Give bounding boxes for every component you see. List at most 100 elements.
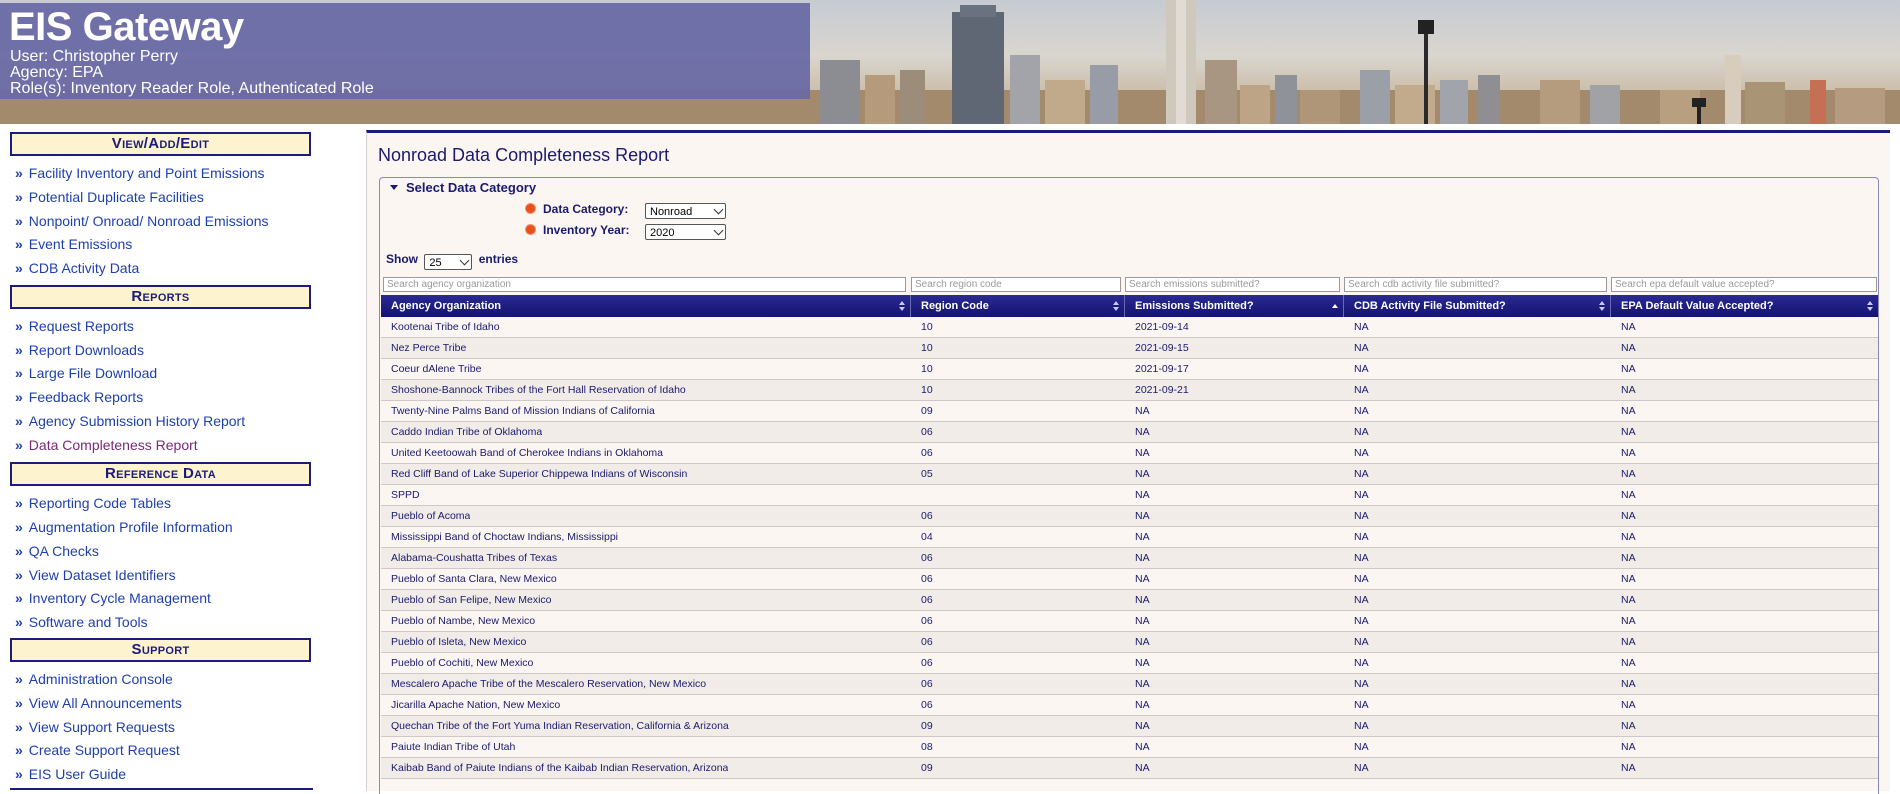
cell-region-code: 06 (921, 426, 933, 438)
bullet-icon: » (15, 342, 23, 358)
app-title[interactable]: EIS Gateway (9, 5, 244, 50)
cell-region-code: 06 (921, 678, 933, 690)
sidebar-item-label: Potential Duplicate Facilities (28, 189, 204, 205)
column-header-epa-default-value[interactable]: EPA Default Value Accepted? (1611, 295, 1878, 317)
sort-icon (899, 301, 905, 311)
cell-agency-organization: Pueblo of Acoma (391, 510, 471, 522)
section-toggle[interactable]: Select Data Category (390, 180, 536, 195)
sidebar-item-report-downloads[interactable]: » Report Downloads (15, 342, 144, 358)
sidebar-item-software-and-tools[interactable]: » Software and Tools (15, 614, 148, 630)
cell-epa-default-value: NA (1621, 447, 1636, 459)
column-header-emissions-submitted[interactable]: Emissions Submitted? (1125, 295, 1344, 317)
bullet-icon: » (15, 437, 23, 453)
sidebar-item-label: QA Checks (28, 543, 99, 559)
table-row[interactable]: Caddo Indian Tribe of Oklahoma 06 NA NA NA (381, 422, 1878, 443)
sidebar-item-agency-submission-history[interactable]: » Agency Submission History Report (15, 413, 245, 429)
table-row[interactable]: Pueblo of Cochiti, New Mexico 06 NA NA NA (381, 653, 1878, 674)
inventory-year-label: Inventory Year: (543, 223, 630, 237)
table-row[interactable]: Shoshone-Bannock Tribes of the Fort Hall… (381, 380, 1878, 401)
collapse-triangle-icon (390, 185, 398, 191)
main-content: Nonroad Data Completeness Report Select … (366, 130, 1890, 794)
sidebar-item-view-dataset-identifiers[interactable]: » View Dataset Identifiers (15, 567, 176, 583)
sidebar-item-event-emissions[interactable]: » Event Emissions (15, 236, 132, 252)
sidebar-item-administration-console[interactable]: » Administration Console (15, 671, 173, 687)
table-row[interactable]: Twenty-Nine Palms Band of Mission Indian… (381, 401, 1878, 422)
sidebar-item-nonpoint-onroad-nonroad[interactable]: » Nonpoint/ Onroad/ Nonroad Emissions (15, 213, 268, 229)
section-legend: Select Data Category (406, 180, 537, 195)
sidebar-item-augmentation-profile[interactable]: » Augmentation Profile Information (15, 519, 233, 535)
table-row[interactable]: Coeur dAlene Tribe 10 2021-09-17 NA NA (381, 359, 1878, 380)
cell-region-code: 10 (921, 321, 933, 333)
search-region-code-input[interactable]: Search region code (911, 277, 1121, 292)
sidebar-nav: View/Add/Edit » Facility Inventory and Po… (0, 124, 320, 791)
cell-region-code: 10 (921, 363, 933, 375)
sidebar-item-label: Large File Download (28, 365, 158, 381)
sidebar-item-view-all-announcements[interactable]: » View All Announcements (15, 695, 182, 711)
table-row[interactable]: Mescalero Apache Tribe of the Mescalero … (381, 674, 1878, 695)
cell-epa-default-value: NA (1621, 699, 1636, 711)
table-row[interactable]: Jicarilla Apache Nation, New Mexico 06 NA N… (381, 695, 1878, 716)
search-cdb-activity-input[interactable]: Search cdb activity file submitted? (1344, 277, 1607, 292)
cell-agency-organization: Pueblo of Nambe, New Mexico (391, 615, 536, 627)
table-row[interactable]: United Keetoowah Band of Cherokee Indian… (381, 443, 1878, 464)
table-row[interactable]: Quechan Tribe of the Fort Yuma Indian Re… (381, 716, 1878, 737)
column-header-agency-organization[interactable]: Agency Organization (381, 295, 911, 317)
sidebar-item-cdb-activity[interactable]: » CDB Activity Data (15, 260, 139, 276)
cell-cdb-activity-file: NA (1354, 552, 1369, 564)
search-agency-organization-input[interactable]: Search agency organization (383, 277, 906, 292)
cell-epa-default-value: NA (1621, 426, 1636, 438)
table-row[interactable]: Pueblo of Santa Clara, New Mexico 06 NA NA N… (381, 569, 1878, 590)
cell-cdb-activity-file: NA (1354, 699, 1369, 711)
inventory-year-row: Inventory Year: (526, 223, 629, 237)
cell-epa-default-value: NA (1621, 594, 1636, 606)
table-row[interactable]: Kaibab Band of Paiute Indians of the Kai… (381, 758, 1878, 779)
table-row[interactable]: Pueblo of Nambe, New Mexico 06 NA NA NA (381, 611, 1878, 632)
search-emissions-submitted-input[interactable]: Search emissions submitted? (1125, 277, 1340, 292)
cell-region-code: 08 (921, 741, 933, 753)
search-epa-default-input[interactable]: Search epa default value accepted? (1611, 277, 1877, 292)
sidebar-item-request-reports[interactable]: » Request Reports (15, 318, 134, 334)
entries-select[interactable]: 25 (424, 254, 473, 270)
cell-cdb-activity-file: NA (1354, 342, 1369, 354)
table-row[interactable]: SPPD NA NA NA (381, 485, 1878, 506)
cell-agency-organization: Mescalero Apache Tribe of the Mescalero … (391, 678, 707, 690)
sidebar-item-label: Request Reports (28, 318, 134, 334)
cell-region-code: 06 (921, 615, 933, 627)
sidebar-item-potential-duplicates[interactable]: » Potential Duplicate Facilities (15, 189, 204, 205)
table-row[interactable]: Pueblo of San Felipe, New Mexico 06 NA NA NA (381, 590, 1878, 611)
sidebar-item-eis-user-guide[interactable]: » EIS User Guide (15, 766, 126, 782)
cell-emissions-submitted: NA (1135, 741, 1150, 753)
sidebar-item-facility-inventory[interactable]: » Facility Inventory and Point Emissions (15, 165, 265, 181)
sidebar-heading-reference-data: Reference Data (10, 462, 311, 486)
sidebar-item-reporting-code-tables[interactable]: » Reporting Code Tables (15, 495, 171, 511)
column-header-region-code[interactable]: Region Code (911, 295, 1125, 317)
sidebar-item-view-support-requests[interactable]: » View Support Requests (15, 719, 175, 735)
data-category-select[interactable]: Nonroad (645, 203, 726, 219)
sidebar-item-large-file-download[interactable]: » Large File Download (15, 365, 157, 381)
cell-epa-default-value: NA (1621, 615, 1636, 627)
sidebar-item-create-support-request[interactable]: » Create Support Request (15, 742, 180, 758)
table-row[interactable]: Red Cliff Band of Lake Superior Chippewa… (381, 464, 1878, 485)
sidebar-item-inventory-cycle-management[interactable]: » Inventory Cycle Management (15, 590, 211, 606)
sidebar-item-label: Augmentation Profile Information (28, 519, 233, 535)
bullet-icon: » (15, 543, 23, 559)
column-label: Region Code (921, 300, 989, 312)
table-row[interactable]: Alabama-Coushatta Tribes of Texas 06 NA NA N… (381, 548, 1878, 569)
table-row[interactable]: Pueblo of Isleta, New Mexico 06 NA NA NA (381, 632, 1878, 653)
table-row[interactable]: Mississippi Band of Choctaw Indians, Mis… (381, 527, 1878, 548)
inventory-year-select[interactable]: 2020 (645, 224, 726, 240)
bullet-icon: » (15, 189, 23, 205)
cell-agency-organization: Twenty-Nine Palms Band of Mission Indian… (391, 405, 655, 417)
sidebar-item-feedback-reports[interactable]: » Feedback Reports (15, 389, 143, 405)
sidebar-item-label: Software and Tools (28, 614, 148, 630)
table-row[interactable]: Pueblo of Acoma 06 NA NA NA (381, 506, 1878, 527)
bullet-icon: » (15, 165, 23, 181)
table-row[interactable]: Nez Perce Tribe 10 2021-09-15 NA NA (381, 338, 1878, 359)
table-row[interactable]: Paiute Indian Tribe of Utah 08 NA NA NA (381, 737, 1878, 758)
table-row[interactable]: Kootenai Tribe of Idaho 10 2021-09-14 NA NA (381, 317, 1878, 338)
cell-emissions-submitted: NA (1135, 468, 1150, 480)
sidebar-item-qa-checks[interactable]: » QA Checks (15, 543, 99, 559)
column-header-cdb-activity-file[interactable]: CDB Activity File Submitted? (1344, 295, 1611, 317)
sidebar-item-data-completeness[interactable]: » Data Completeness Report (15, 437, 198, 453)
cell-agency-organization: Kaibab Band of Paiute Indians of the Kai… (391, 762, 729, 774)
